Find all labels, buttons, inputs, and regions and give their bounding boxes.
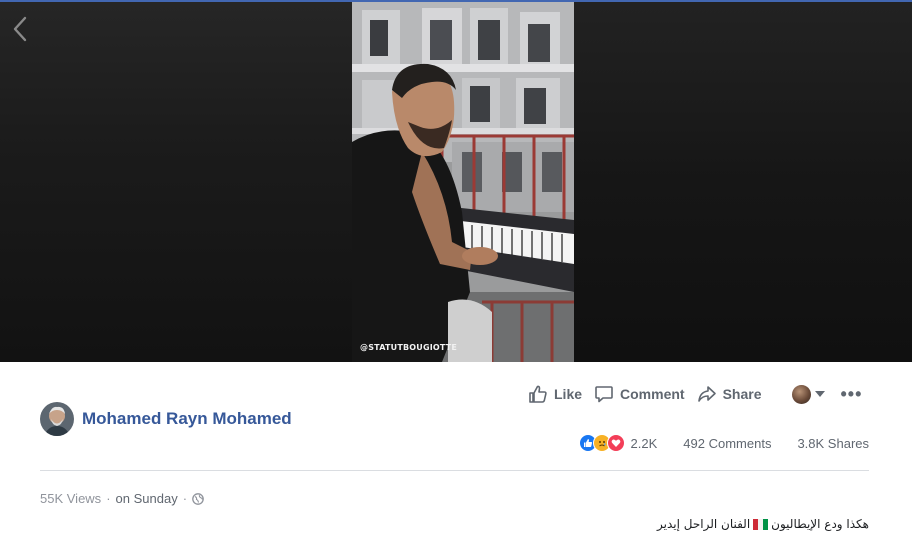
reactions-summary[interactable] [578,434,625,452]
share-button[interactable]: Share [697,384,762,404]
thumbs-up-icon [529,385,547,403]
like-button[interactable]: Like [528,384,582,404]
share-arrow-icon [697,386,716,402]
caption-text-part-1: هكذا ودع الإيطاليون [771,517,869,531]
author-name-link[interactable]: Mohamed Rayn Mohamed [82,409,292,429]
share-label: Share [722,386,762,402]
meta-separator: · [182,491,188,506]
viewer-avatar [791,384,811,404]
post-as-selector[interactable] [791,384,825,404]
divider [40,470,869,471]
reaction-count[interactable]: 2.2K [631,436,658,451]
caret-down-icon [814,391,825,397]
meta-separator: · [106,491,111,506]
action-bar: Like Comment Share ••• [528,382,862,406]
comment-label: Comment [620,386,685,402]
globe-icon[interactable] [192,492,204,505]
video-watermark: @STATUTBOUGIOTTE [360,343,458,352]
caption-text-part-2: الفنان الراحل إيدير [657,517,751,531]
engagement-stats: 2.2K 492 Comments 3.8K Shares [578,434,869,452]
comment-button[interactable]: Comment [594,384,685,404]
italy-flag-icon [753,518,769,530]
more-options-icon[interactable]: ••• [841,385,863,403]
shares-count-link[interactable]: 3.8K Shares [797,436,869,451]
view-count: 55K Views [40,491,102,506]
video-letterbox-right [574,2,912,362]
post-caption: هكذا ودع الإيطاليون الفنان الراحل إيدير [657,517,869,531]
post-info-panel: Like Comment Share ••• Mohamed Rayn Moha… [0,362,912,544]
like-label: Like [554,386,583,402]
video-frame[interactable]: @STATUTBOUGIOTTE [352,2,574,362]
video-still-image [352,2,574,362]
author-block: Mohamed Rayn Mohamed [40,402,292,436]
video-letterbox-left [0,2,352,362]
love-reaction-icon [606,434,625,452]
back-chevron-icon[interactable] [8,14,34,46]
video-player[interactable]: @STATUTBOUGIOTTE [0,2,912,362]
post-meta: 55K Views · on Sunday · [40,491,204,506]
comment-bubble-icon [595,386,613,403]
author-avatar[interactable] [40,402,74,436]
post-date-link[interactable]: on Sunday [116,491,178,506]
comments-count-link[interactable]: 492 Comments [683,436,771,451]
